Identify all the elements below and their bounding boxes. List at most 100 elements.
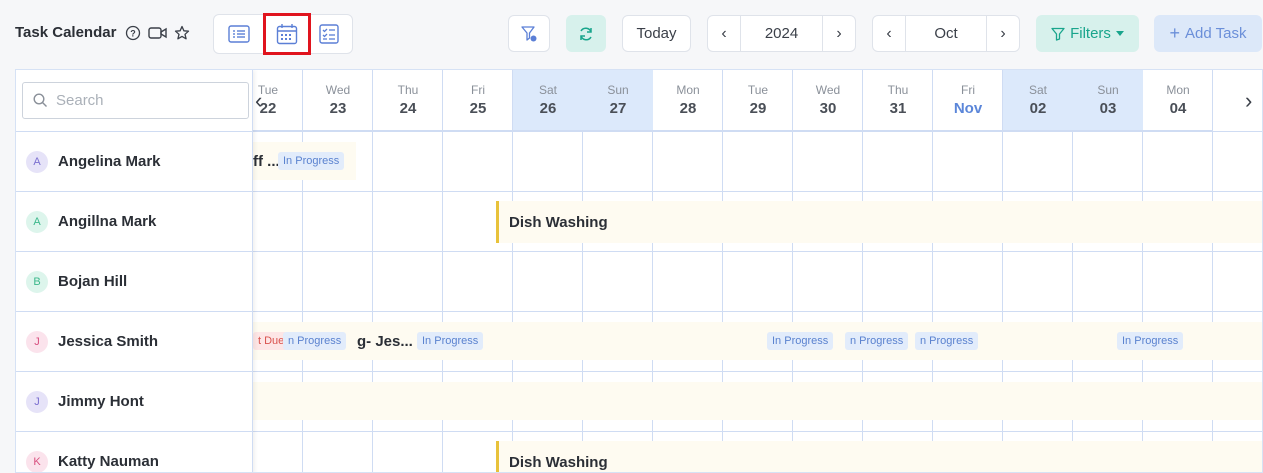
- day-date: 03: [1099, 100, 1117, 117]
- checklist-view-button[interactable]: [314, 20, 344, 48]
- day-name: Sat: [1028, 83, 1047, 97]
- person-row[interactable]: A Angillna Mark: [16, 191, 252, 251]
- day-header: Sat 02: [1003, 70, 1073, 131]
- day-header: Sun 03: [1073, 70, 1143, 131]
- person-name: Angelina Mark: [58, 153, 161, 170]
- month-stepper: ‹ Oct ›: [872, 15, 1020, 52]
- search-input[interactable]: Search: [56, 92, 104, 109]
- star-icon[interactable]: [174, 25, 190, 41]
- add-task-label: Add Task: [1185, 25, 1247, 42]
- task-bar[interactable]: Dish Washing: [496, 441, 1262, 472]
- refresh-button[interactable]: [566, 15, 606, 52]
- filter-settings-icon: [521, 25, 537, 41]
- person-name: Jessica Smith: [58, 333, 159, 350]
- chevron-left-icon: ‹: [721, 24, 727, 42]
- status-badge: n Progress: [283, 332, 347, 350]
- filters-label: Filters: [1070, 25, 1111, 42]
- checklist-icon: [319, 24, 339, 44]
- avatar: J: [26, 330, 48, 353]
- person-row[interactable]: B Bojan Hill: [16, 251, 252, 311]
- day-header: Sat 26: [513, 70, 583, 131]
- day-date: 04: [1169, 100, 1187, 117]
- avatar: A: [26, 210, 48, 233]
- person-row[interactable]: J Jessica Smith: [16, 311, 252, 371]
- help-icon[interactable]: ?: [125, 25, 141, 41]
- person-row[interactable]: K Katty Nauman: [16, 431, 252, 472]
- day-name: Wed: [325, 83, 351, 97]
- task-bar[interactable]: Dish Washing: [496, 201, 1262, 243]
- day-header: Thu 31: [863, 70, 933, 131]
- calendar-grid: Tue 22 Wed 23 Thu 24 Fri 25 Sat 26 Sun 27 Mon 28 Tue 29…: [233, 70, 1262, 472]
- day-date: 28: [679, 100, 697, 117]
- row-divider: [253, 431, 1262, 432]
- clear-filter-button[interactable]: [508, 15, 550, 52]
- day-date: 27: [609, 100, 627, 117]
- view-switcher: [213, 13, 353, 55]
- task-bar[interactable]: [253, 382, 1262, 420]
- next-month-button[interactable]: ›: [987, 16, 1019, 51]
- day-name: Fri: [471, 83, 485, 97]
- day-header: Wed 30: [793, 70, 863, 131]
- add-task-button[interactable]: + Add Task: [1154, 15, 1262, 52]
- day-name: Mon: [1166, 83, 1190, 97]
- status-badge: In Progress: [1117, 332, 1184, 350]
- day-name: Thu: [397, 83, 419, 97]
- avatar: K: [26, 450, 48, 472]
- day-name: Mon: [676, 83, 700, 97]
- status-badge: n Progress: [915, 332, 979, 350]
- chevron-right-icon[interactable]: ›: [1245, 88, 1252, 114]
- video-icon[interactable]: [148, 25, 168, 41]
- list-icon: [228, 25, 250, 43]
- prev-month-button[interactable]: ‹: [873, 16, 905, 51]
- avatar: J: [26, 390, 48, 413]
- day-name: Sat: [538, 83, 557, 97]
- person-name: Jimmy Hont: [58, 393, 144, 410]
- row-divider: [253, 251, 1262, 252]
- day-name: Tue: [747, 83, 769, 97]
- today-button[interactable]: Today: [622, 15, 691, 52]
- day-date: Nov: [953, 100, 983, 117]
- chevron-left-icon[interactable]: ‹: [255, 88, 262, 114]
- avatar: A: [26, 150, 48, 173]
- next-year-button[interactable]: ›: [823, 16, 855, 51]
- day-date: 31: [889, 100, 907, 117]
- day-header: Mon 04: [1143, 70, 1213, 131]
- month-value: Oct: [905, 16, 987, 51]
- caret-down-icon: [1115, 30, 1124, 36]
- task-title[interactable]: ff ...: [253, 153, 280, 170]
- search-box[interactable]: Search: [22, 82, 249, 119]
- day-date: 23: [329, 100, 347, 117]
- day-header: Thu 24: [373, 70, 443, 131]
- person-row[interactable]: A Angelina Mark: [16, 131, 252, 191]
- day-header: Fri 25: [443, 70, 513, 131]
- calendar-icon: [276, 24, 298, 45]
- svg-text:?: ?: [130, 29, 136, 39]
- year-stepper: ‹ 2024 ›: [707, 15, 856, 52]
- day-date: 02: [1029, 100, 1047, 117]
- day-name: Sun: [607, 83, 629, 97]
- row-divider: [253, 371, 1262, 372]
- person-row[interactable]: J Jimmy Hont: [16, 371, 252, 431]
- status-badge: In Progress: [278, 152, 345, 170]
- plus-icon: +: [1169, 23, 1181, 43]
- chevron-left-icon: ‹: [886, 24, 892, 42]
- prev-year-button[interactable]: ‹: [708, 16, 740, 51]
- day-date: 25: [469, 100, 487, 117]
- task-title[interactable]: g- Jes...: [357, 333, 413, 350]
- day-name: Wed: [815, 83, 841, 97]
- day-header: Wed 23: [303, 70, 373, 131]
- day-header: Mon 28: [653, 70, 723, 131]
- status-badge: n Progress: [845, 332, 909, 350]
- chevron-right-icon: ›: [836, 24, 842, 42]
- day-header: Fri Nov: [933, 70, 1003, 131]
- row-divider: [253, 311, 1262, 312]
- day-date: 30: [819, 100, 837, 117]
- calendar-board: Tue 22 Wed 23 Thu 24 Fri 25 Sat 26 Sun 27 Mon 28 Tue 29…: [15, 69, 1263, 473]
- day-date: 24: [399, 100, 417, 117]
- row-divider: [253, 131, 1262, 132]
- filters-button[interactable]: Filters: [1036, 15, 1139, 52]
- people-sidebar: Search A Angelina Mark A Angillna Mark B Boja…: [16, 70, 253, 472]
- list-view-button[interactable]: [224, 20, 254, 48]
- day-name: Thu: [887, 83, 909, 97]
- calendar-view-button[interactable]: [263, 13, 311, 55]
